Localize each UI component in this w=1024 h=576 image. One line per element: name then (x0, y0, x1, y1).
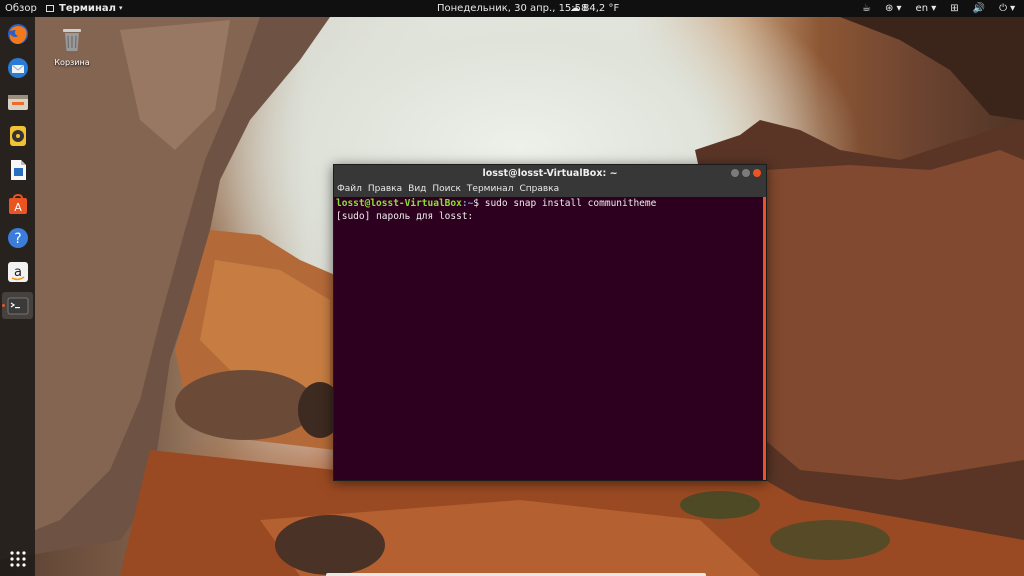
top-bar: Обзор Терминал ▾ Понедельник, 30 апр., 1… (0, 0, 1024, 17)
app-menu-button[interactable]: Терминал ▾ (46, 0, 122, 17)
system-tray: ☕ ⊛ ▾ en ▾ ⊞ 🔊 ⏻ ▾ (862, 0, 1015, 17)
prompt-user: losst@losst-VirtualBox (336, 198, 462, 209)
software-center-icon: A (8, 193, 27, 214)
power-icon[interactable]: ⏻ ▾ (999, 0, 1015, 17)
weather-indicator[interactable]: ☁ 84,2 °F (570, 0, 619, 17)
weather-icon: ☁ (570, 3, 580, 14)
activities-button[interactable]: Обзор (5, 0, 37, 17)
volume-icon[interactable]: 🔊 (973, 0, 985, 17)
terminal-titlebar[interactable]: losst@losst-VirtualBox: ~ (334, 165, 766, 182)
command-text: $ sudo snap install communitheme (473, 198, 657, 209)
dock-writer[interactable] (4, 156, 31, 183)
thunderbird-icon (7, 57, 28, 78)
dock-thunderbird[interactable] (4, 54, 31, 81)
minimize-button[interactable] (731, 169, 739, 177)
terminal-window[interactable]: losst@losst-VirtualBox: ~ Файл Правка Ви… (333, 164, 767, 481)
dock-terminal[interactable] (2, 292, 33, 319)
window-title: losst@losst-VirtualBox: ~ (482, 168, 618, 179)
terminal-menubar: Файл Правка Вид Поиск Терминал Справка (334, 182, 766, 197)
window-controls (731, 169, 761, 177)
maximize-button[interactable] (742, 169, 750, 177)
language-label: en (915, 3, 929, 14)
show-apps-icon (9, 550, 26, 567)
clock[interactable]: Понедельник, 30 апр., 15:58 (437, 0, 587, 17)
app-menu-icon (46, 5, 54, 12)
prompt-path: :~ (461, 198, 474, 209)
network-icon[interactable]: ⊞ (950, 0, 958, 17)
files-icon (7, 94, 28, 110)
running-indicator (2, 304, 5, 307)
help-icon: ? (7, 227, 28, 248)
dock-files[interactable] (4, 88, 31, 115)
desktop-trash[interactable]: Корзина (52, 26, 92, 67)
chevron-down-icon: ▾ (118, 4, 123, 12)
dock-software[interactable]: A (4, 190, 31, 217)
menu-search[interactable]: Поиск (432, 182, 461, 197)
coffee-icon[interactable]: ☕ (862, 0, 871, 17)
dock-amazon[interactable]: a (4, 258, 31, 285)
trash-icon (63, 29, 81, 51)
menu-view[interactable]: Вид (408, 182, 426, 197)
dock-show-apps[interactable] (4, 545, 31, 572)
language-indicator[interactable]: en ▾ (916, 0, 937, 17)
menu-file[interactable]: Файл (337, 182, 362, 197)
dock: A ? a (0, 17, 35, 576)
app-menu-label: Терминал (59, 3, 116, 14)
dock-help[interactable]: ? (4, 224, 31, 251)
menu-help[interactable]: Справка (519, 182, 559, 197)
trash-label: Корзина (54, 58, 90, 67)
svg-text:?: ? (14, 231, 21, 247)
close-button[interactable] (753, 169, 761, 177)
firefox-icon (7, 23, 28, 44)
svg-text:a: a (14, 265, 22, 280)
rhythmbox-icon (9, 125, 26, 146)
menu-edit[interactable]: Правка (368, 182, 402, 197)
terminal-scrollbar[interactable] (763, 197, 766, 480)
menu-terminal[interactable]: Терминал (467, 182, 514, 197)
terminal-output[interactable]: losst@losst-VirtualBox:~$ sudo snap inst… (334, 197, 766, 480)
accessibility-icon[interactable]: ⊛ ▾ (885, 0, 902, 17)
output-line: [sudo] пароль для losst: (336, 210, 474, 222)
libreoffice-writer-icon (10, 159, 26, 180)
svg-text:A: A (14, 201, 22, 214)
terminal-icon (7, 297, 28, 314)
dock-rhythmbox[interactable] (4, 122, 31, 149)
amazon-icon: a (7, 261, 28, 282)
dock-firefox[interactable] (4, 20, 31, 47)
command-line: losst@losst-VirtualBox:~$ sudo snap inst… (336, 198, 764, 211)
temperature-label: 84,2 °F (583, 3, 620, 14)
